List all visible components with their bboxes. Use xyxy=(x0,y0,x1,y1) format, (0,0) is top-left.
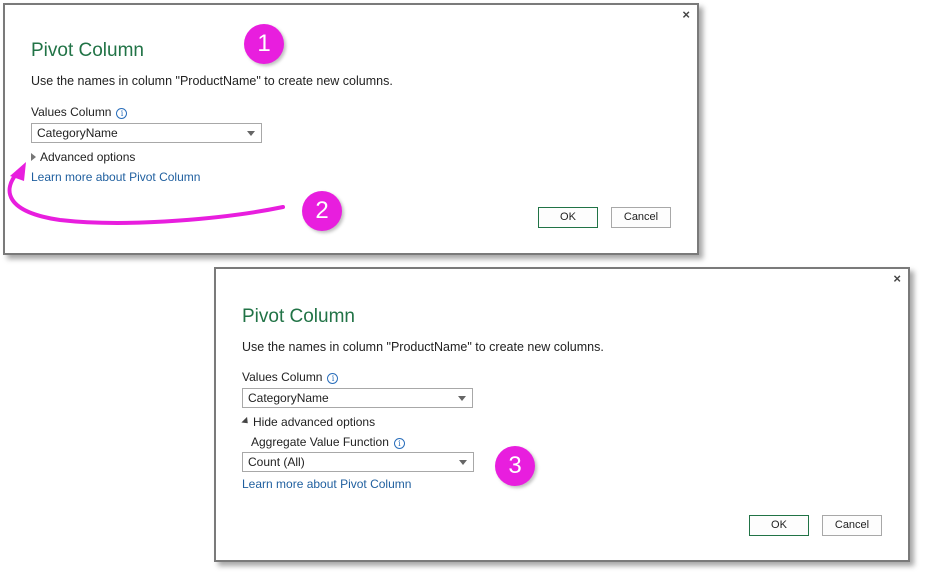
expand-triangle-icon xyxy=(31,153,36,161)
advanced-options-toggle[interactable]: Advanced options xyxy=(31,150,135,164)
learn-more-link[interactable]: Learn more about Pivot Column xyxy=(31,170,200,184)
annotation-badge-1: 1 xyxy=(244,24,284,64)
ok-button[interactable]: OK xyxy=(538,207,598,228)
learn-more-link[interactable]: Learn more about Pivot Column xyxy=(242,477,411,491)
advanced-options-label: Advanced options xyxy=(40,150,136,164)
annotation-badge-3: 3 xyxy=(495,446,535,486)
dialog-description: Use the names in column "ProductName" to… xyxy=(31,74,393,88)
hide-advanced-options-label: Hide advanced options xyxy=(253,415,376,429)
info-icon[interactable]: i xyxy=(116,108,128,119)
ok-button[interactable]: OK xyxy=(749,515,809,536)
info-icon[interactable]: i xyxy=(393,438,405,449)
chevron-down-icon xyxy=(458,396,466,401)
dialog-title: Pivot Column xyxy=(31,40,144,61)
dialog-description: Use the names in column "ProductName" to… xyxy=(242,340,604,354)
values-column-value: CategoryName xyxy=(37,126,118,140)
aggregate-function-value: Count (All) xyxy=(248,455,305,469)
chevron-down-icon xyxy=(247,131,255,136)
cancel-button[interactable]: Cancel xyxy=(822,515,882,536)
info-icon[interactable]: i xyxy=(327,373,339,384)
aggregate-function-label-text: Aggregate Value Function xyxy=(251,435,389,449)
dialog-title: Pivot Column xyxy=(242,306,355,327)
values-column-dropdown[interactable]: CategoryName xyxy=(31,123,262,143)
close-icon[interactable]: × xyxy=(893,271,901,286)
values-column-label-text: Values Column xyxy=(242,370,323,384)
collapse-triangle-icon xyxy=(241,416,251,427)
annotation-badge-2: 2 xyxy=(302,191,342,231)
values-column-dropdown[interactable]: CategoryName xyxy=(242,388,473,408)
pivot-column-dialog-collapsed: × Pivot Column Use the names in column "… xyxy=(3,3,699,255)
cancel-button[interactable]: Cancel xyxy=(611,207,671,228)
close-icon[interactable]: × xyxy=(682,7,690,22)
values-column-label: Values Column i xyxy=(242,370,339,384)
aggregate-function-label: Aggregate Value Function i xyxy=(251,435,405,449)
values-column-label-text: Values Column xyxy=(31,105,112,119)
aggregate-function-dropdown[interactable]: Count (All) xyxy=(242,452,474,472)
values-column-value: CategoryName xyxy=(248,391,329,405)
values-column-label: Values Column i xyxy=(31,105,128,119)
pivot-column-dialog-expanded: × Pivot Column Use the names in column "… xyxy=(214,267,910,562)
chevron-down-icon xyxy=(459,460,467,465)
hide-advanced-options-toggle[interactable]: Hide advanced options xyxy=(241,415,376,429)
